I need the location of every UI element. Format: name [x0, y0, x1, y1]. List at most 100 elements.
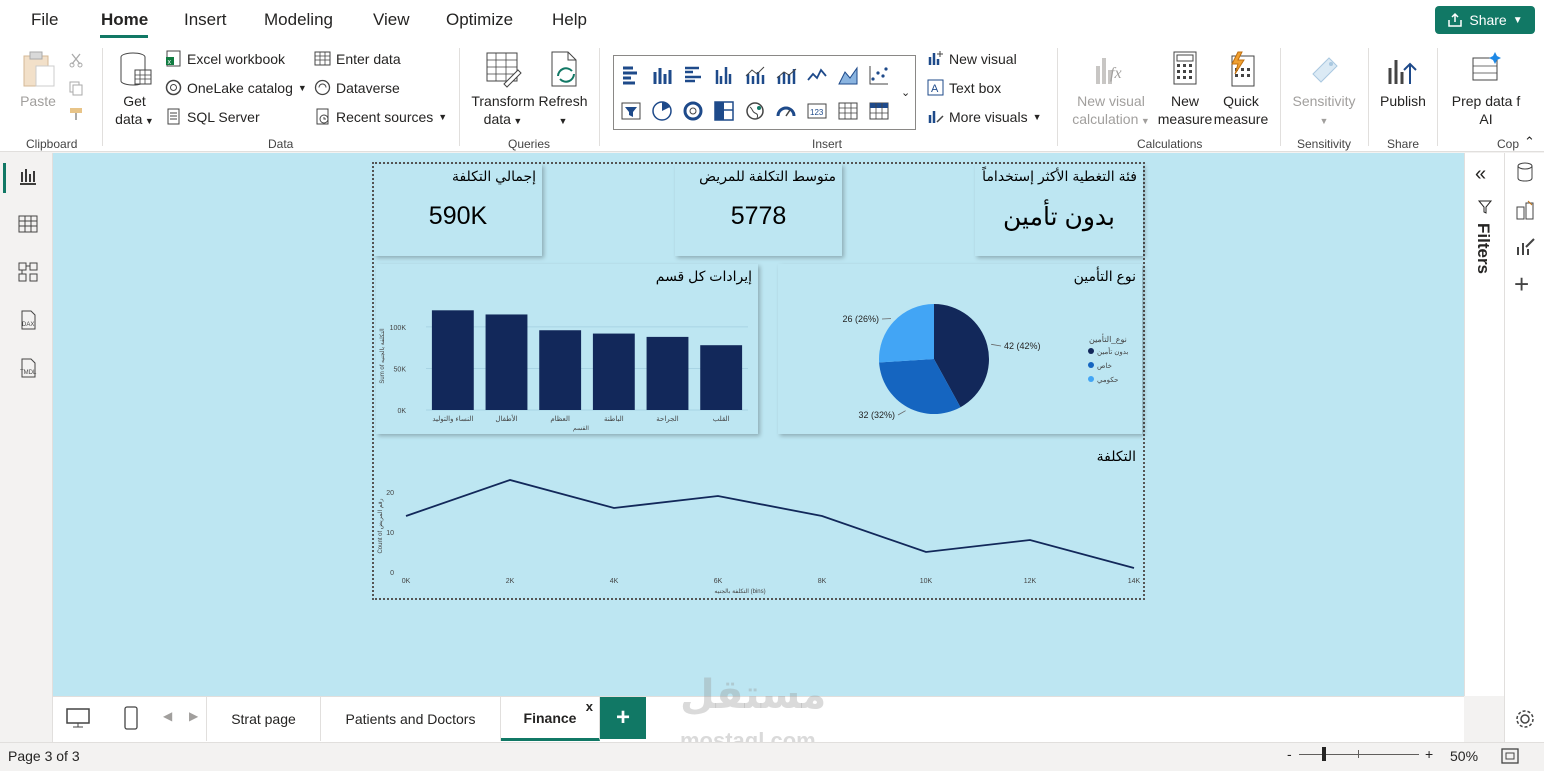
scatter-chart-icon[interactable]	[868, 64, 890, 86]
paste-button[interactable]: Paste	[18, 50, 58, 110]
card-icon[interactable]: 123	[806, 100, 828, 122]
tmdl-view-icon[interactable]: TMDL	[17, 357, 39, 379]
menu-insert[interactable]: Insert	[184, 10, 227, 30]
menu-modeling[interactable]: Modeling	[264, 10, 333, 30]
pie-chart-visual[interactable]: نوع التأمين 42 (42%) 32 (32%) 26 (26%) نوع_…	[778, 264, 1142, 434]
clustered-column-chart-icon[interactable]	[713, 64, 735, 86]
cut-icon[interactable]	[68, 52, 84, 68]
line-column-chart-icon[interactable]	[744, 64, 766, 86]
kpi-card-total-cost[interactable]: إجمالي التكلفة 590K	[374, 164, 542, 256]
zoom-slider-track[interactable]	[1299, 754, 1419, 755]
mobile-layout-icon[interactable]	[123, 705, 139, 731]
page-tab-patients-doctors[interactable]: Patients and Doctors	[321, 697, 501, 741]
new-visual-calculation-button[interactable]: fx New visual calculation ▼	[1070, 50, 1152, 130]
zoom-in-button[interactable]: +	[1425, 746, 1433, 762]
matrix-icon[interactable]	[868, 100, 890, 122]
card-value: 5778	[730, 202, 787, 230]
line-chart-icon[interactable]	[806, 64, 828, 86]
stacked-bar-chart-icon[interactable]	[620, 64, 642, 86]
page-tab-strat[interactable]: Strat page	[206, 697, 321, 741]
get-data-button[interactable]: Get data ▼	[112, 50, 157, 130]
more-visuals-button[interactable]: More visuals ▼	[927, 108, 1042, 125]
format-painter-icon[interactable]	[68, 106, 84, 122]
enter-data-button[interactable]: Enter data	[314, 50, 401, 67]
table-visual-icon[interactable]	[837, 100, 859, 122]
active-tab-indicator	[100, 35, 148, 38]
copy-icon[interactable]	[68, 80, 84, 96]
ribbon-chart-icon[interactable]	[775, 64, 797, 86]
donut-chart-icon[interactable]	[682, 100, 704, 122]
pie-chart-icon[interactable]	[651, 100, 673, 122]
onelake-catalog-button[interactable]: OneLake catalog ▼	[165, 79, 307, 96]
zoom-slider-thumb[interactable]	[1322, 747, 1326, 761]
visual-gallery[interactable]: 123 ⌄	[613, 55, 916, 130]
collapse-ribbon-icon[interactable]: ⌃	[1524, 134, 1535, 150]
transform-data-button[interactable]: Transform data ▼	[470, 50, 536, 130]
stacked-column-chart-icon[interactable]	[651, 64, 673, 86]
publish-icon	[1388, 60, 1417, 84]
chevron-down-icon: ▼	[1032, 111, 1042, 122]
new-visual-button[interactable]: New visual	[927, 50, 1017, 67]
settings-gear-icon[interactable]	[1514, 708, 1536, 730]
sql-server-button[interactable]: SQL Server	[165, 108, 260, 125]
new-measure-button[interactable]: New measure	[1155, 50, 1215, 128]
model-view-icon[interactable]	[17, 261, 39, 283]
report-view-icon[interactable]	[17, 165, 39, 187]
text-box-button[interactable]: A Text box	[927, 79, 1001, 96]
clustered-bar-chart-icon[interactable]	[682, 64, 704, 86]
close-icon[interactable]: x	[586, 699, 593, 714]
gallery-expand-icon[interactable]: ⌄	[901, 86, 910, 99]
map-icon[interactable]	[744, 100, 766, 122]
legend-marker	[1088, 376, 1094, 382]
prep-data-ai-button[interactable]: Prep data f AI	[1446, 50, 1526, 128]
bar-chart: 0K 50K 100K النساء والتوليد الأطفال العظام الب…	[379, 310, 748, 432]
fit-to-page-icon[interactable]	[1500, 747, 1520, 765]
menu-help[interactable]: Help	[552, 10, 587, 30]
page-tab-finance[interactable]: Finance x	[501, 697, 600, 741]
format-pane-icon[interactable]	[1514, 199, 1536, 221]
add-pane-icon[interactable]: +	[1514, 269, 1529, 300]
refresh-button[interactable]: Refresh ▼	[538, 50, 588, 130]
filters-label[interactable]: Filters	[1473, 223, 1493, 274]
quick-measure-label2: measure	[1213, 111, 1269, 127]
gauge-icon[interactable]	[775, 100, 797, 122]
recent-sources-button[interactable]: Recent sources ▼	[314, 108, 447, 125]
menu-file[interactable]: File	[31, 10, 58, 30]
table-view-icon[interactable]	[17, 213, 39, 235]
dax-query-view-icon[interactable]: DAX	[17, 309, 39, 331]
excel-workbook-button[interactable]: x Excel workbook	[165, 50, 285, 67]
dataverse-button[interactable]: Dataverse	[314, 79, 400, 96]
area-chart-icon[interactable]	[837, 64, 859, 86]
sensitivity-button[interactable]: Sensitivity ▼	[1288, 50, 1360, 130]
expand-pane-icon[interactable]: «	[1475, 163, 1486, 186]
publish-button[interactable]: Publish	[1375, 50, 1431, 110]
treemap-icon[interactable]	[713, 100, 735, 122]
menu-optimize[interactable]: Optimize	[446, 10, 513, 30]
funnel-chart-icon[interactable]	[620, 100, 642, 122]
kpi-card-top-coverage[interactable]: فئة التغطية الأكثر إستخداماً بدون تأمين	[975, 164, 1143, 256]
share-button[interactable]: Share ▼	[1435, 6, 1535, 34]
legend-marker	[1088, 348, 1094, 354]
filters-pane-collapsed[interactable]: « Filters	[1464, 153, 1504, 696]
quick-measure-button[interactable]: Quick measure	[1213, 50, 1269, 128]
zoom-level[interactable]: 50%	[1450, 748, 1478, 764]
data-pane-icon[interactable]	[1514, 161, 1536, 183]
desktop-layout-icon[interactable]	[65, 707, 91, 729]
add-page-button[interactable]: +	[600, 697, 646, 739]
menu-home[interactable]: Home	[101, 10, 148, 30]
bar-chart-visual[interactable]: إيرادات كل قسم 0K 50K 100K النساء والتوليد ا…	[376, 264, 758, 434]
build-visual-icon[interactable]	[1514, 237, 1536, 259]
page-tab-label: Strat page	[231, 711, 296, 727]
excel-label: Excel workbook	[187, 50, 286, 67]
zoom-out-button[interactable]: -	[1287, 746, 1292, 762]
onelake-icon	[165, 79, 182, 96]
line-chart-visual[interactable]: التكلفة 0 10 20 0K 2K 4K 6K 8K 10K 12K 14K التكلفة …	[376, 444, 1142, 598]
report-canvas[interactable]: إجمالي التكلفة 590K متوسط التكلفة للمريض…	[53, 153, 1464, 696]
recent-sources-label: Recent sources	[336, 108, 434, 125]
transform-label2: data	[483, 111, 511, 127]
menu-view[interactable]: View	[373, 10, 410, 30]
scroll-right-icon[interactable]: ▶	[189, 709, 198, 723]
new-visual-calc-label: New visual	[1077, 93, 1145, 109]
scroll-left-icon[interactable]: ◀	[163, 709, 172, 723]
kpi-card-avg-cost[interactable]: متوسط التكلفة للمريض 5778	[675, 164, 842, 256]
